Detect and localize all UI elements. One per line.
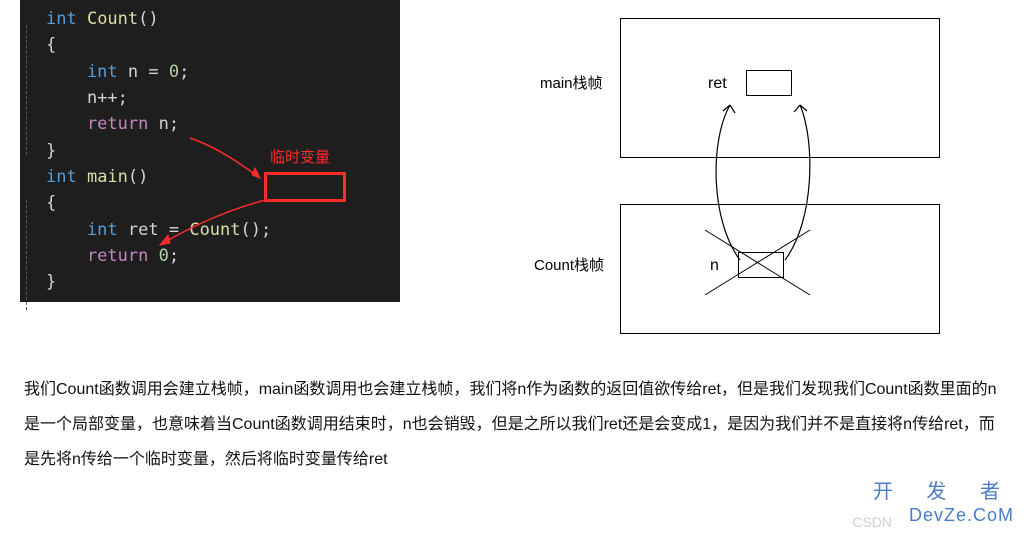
csdn-watermark: CSDN — [852, 514, 892, 530]
brace: } — [46, 141, 56, 161]
semi: ; — [169, 114, 179, 134]
num: 0 — [169, 62, 179, 82]
main-frame-label: main栈帧 — [540, 72, 603, 93]
top-row: int Count() { int n = 0; n++; return n; … — [0, 0, 1032, 340]
brace: } — [46, 272, 56, 292]
arrow-from-return — [180, 128, 270, 188]
ret-slot — [746, 70, 792, 96]
brace: { — [46, 193, 56, 213]
semi: ; — [179, 62, 189, 82]
fn: main — [77, 167, 128, 187]
explanation-text: 我们Count函数调用会建立栈帧，main函数调用也会建立栈帧，我们将n作为函数… — [0, 340, 1032, 478]
fn: Count — [77, 9, 138, 29]
code-block: int Count() { int n = 0; n++; return n; … — [20, 0, 400, 340]
temp-var-box — [264, 172, 346, 202]
kw: int — [46, 167, 77, 187]
diagram: main栈帧 Count栈帧 ret n — [400, 0, 1012, 340]
ident: n — [46, 88, 97, 108]
brace: { — [46, 35, 56, 55]
kw: return — [46, 114, 148, 134]
count-frame-label: Count栈帧 — [534, 254, 604, 275]
watermark-top: 开 发 者 — [873, 475, 1014, 504]
ret-label: ret — [708, 75, 727, 93]
editor: int Count() { int n = 0; n++; return n; … — [20, 0, 400, 302]
temp-var-label: 临时变量 — [270, 146, 330, 169]
op: ++; — [97, 88, 128, 108]
kw: int — [46, 220, 118, 240]
kw: int — [46, 9, 77, 29]
paren: () — [128, 167, 148, 187]
watermark-bottom: DevZe.CoM — [909, 505, 1014, 526]
kw: return — [46, 246, 148, 266]
cross-out — [700, 225, 820, 305]
ident: n — [118, 62, 138, 82]
arrow-to-ret — [150, 195, 270, 255]
paren: () — [138, 9, 158, 29]
kw: int — [46, 62, 118, 82]
fold-gutter — [20, 0, 44, 302]
op: = — [138, 62, 169, 82]
ident: n — [148, 114, 168, 134]
